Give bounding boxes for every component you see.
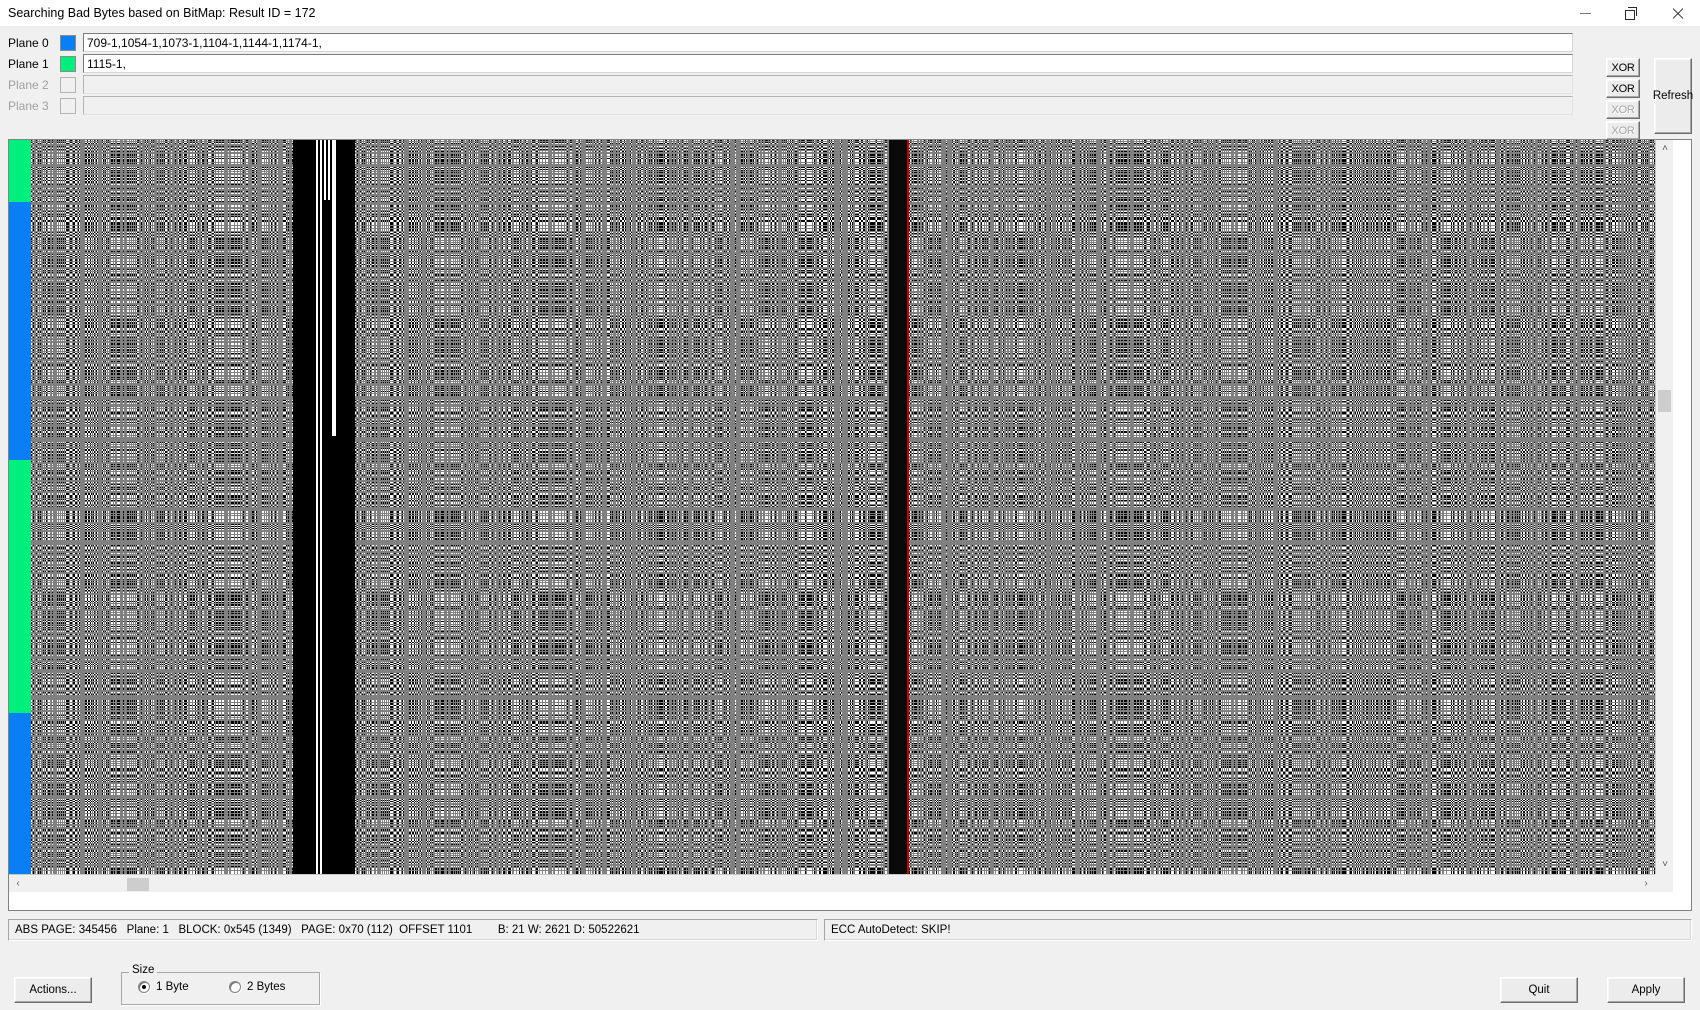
bitmap-white-stripe-3 xyxy=(324,140,326,200)
plane-1-input[interactable] xyxy=(83,54,1573,73)
plane-row-3: Plane 3 xyxy=(8,95,1638,116)
apply-button[interactable]: Apply xyxy=(1607,977,1685,1003)
window-title: Searching Bad Bytes based on BitMap: Res… xyxy=(8,6,316,20)
minimize-button[interactable] xyxy=(1562,0,1608,26)
status-address-info: ABS PAGE: 345456 Plane: 1 BLOCK: 0x545 (… xyxy=(8,919,818,941)
scroll-up-arrow-icon[interactable]: ˄ xyxy=(1656,140,1673,158)
bitmap-white-stripe-6 xyxy=(332,140,336,366)
plane-row-2: Plane 2 xyxy=(8,74,1638,95)
close-button[interactable] xyxy=(1654,0,1700,26)
radio-2-bytes-icon[interactable] xyxy=(229,981,241,993)
status-bar: ABS PAGE: 345456 Plane: 1 BLOCK: 0x545 (… xyxy=(8,919,1692,941)
scroll-down-arrow-icon[interactable]: ˅ xyxy=(1656,856,1673,874)
plane-2-label: Plane 2 xyxy=(8,77,49,92)
bitmap-viewport[interactable]: ˄ ˅ ‹ › xyxy=(8,139,1692,911)
actions-button[interactable]: Actions... xyxy=(14,977,92,1003)
scrollbar-corner xyxy=(1655,874,1673,892)
horizontal-scrollbar[interactable]: ‹ › xyxy=(9,874,1673,892)
plane-1-color-swatch[interactable] xyxy=(60,55,76,72)
bitmap-marker-line xyxy=(907,140,909,892)
title-bar: Searching Bad Bytes based on BitMap: Res… xyxy=(0,0,1700,26)
plane-3-xor-button: XOR xyxy=(1606,121,1640,140)
scroll-right-arrow-icon[interactable]: › xyxy=(1637,875,1655,892)
restore-icon xyxy=(1625,7,1637,20)
plane-0-input[interactable] xyxy=(83,33,1573,52)
radio-1-byte-icon[interactable] xyxy=(138,981,150,993)
plane-band-green-1 xyxy=(9,140,31,202)
plane-band-blue-1 xyxy=(9,202,31,460)
quit-button[interactable]: Quit xyxy=(1500,977,1578,1003)
bitmap-white-stripe-7 xyxy=(316,140,318,362)
application-window: Searching Bad Bytes based on BitMap: Res… xyxy=(0,0,1700,1010)
plane-1-label: Plane 1 xyxy=(8,56,49,71)
size-option-2-bytes-label: 2 Bytes xyxy=(247,981,286,993)
horizontal-scrollbar-thumb[interactable] xyxy=(127,878,149,891)
plane-3-color-swatch xyxy=(60,97,76,114)
plane-3-input xyxy=(83,96,1573,115)
plane-band-green-2 xyxy=(9,460,31,713)
bitmap-white-stripe-2 xyxy=(320,140,322,892)
bitmap-black-band xyxy=(293,140,355,892)
bitmap-white-stripe-4 xyxy=(328,140,330,200)
restore-button[interactable] xyxy=(1608,0,1654,26)
plane-0-label: Plane 0 xyxy=(8,35,49,50)
size-group-legend: Size xyxy=(129,964,158,976)
vertical-scrollbar[interactable]: ˄ ˅ xyxy=(1655,140,1673,892)
plane-row-1: Plane 1 xyxy=(8,53,1638,74)
close-icon xyxy=(1671,7,1684,20)
plane-band-blue-2 xyxy=(9,713,31,892)
status-ecc-info: ECC AutoDetect: SKIP! xyxy=(824,919,1692,941)
size-option-2-bytes[interactable]: 2 Bytes xyxy=(229,981,285,993)
size-option-1-byte[interactable]: 1 Byte xyxy=(138,981,189,993)
bitmap-noise-main xyxy=(355,140,1673,892)
plane-color-strip xyxy=(9,140,31,892)
vertical-scrollbar-thumb[interactable] xyxy=(1658,390,1671,412)
plane-2-color-swatch xyxy=(60,76,76,93)
plane-3-label: Plane 3 xyxy=(8,98,49,113)
size-option-1-byte-label: 1 Byte xyxy=(156,981,189,993)
plane-filter-panel: Plane 0 XOR Plane 1 XOR Plane 2 XOR Plan… xyxy=(0,26,1700,160)
minimize-icon xyxy=(1579,12,1591,14)
bitmap-noise-left xyxy=(31,140,293,892)
scroll-left-arrow-icon[interactable]: ‹ xyxy=(9,875,27,892)
plane-0-color-swatch[interactable] xyxy=(60,34,76,51)
plane-2-input xyxy=(83,75,1573,94)
bitmap-canvas[interactable]: ˄ ˅ ‹ › xyxy=(9,140,1673,892)
bitmap-marker-gutter xyxy=(889,140,907,892)
plane-row-0: Plane 0 xyxy=(8,32,1638,53)
refresh-button[interactable]: Refresh xyxy=(1653,58,1693,134)
